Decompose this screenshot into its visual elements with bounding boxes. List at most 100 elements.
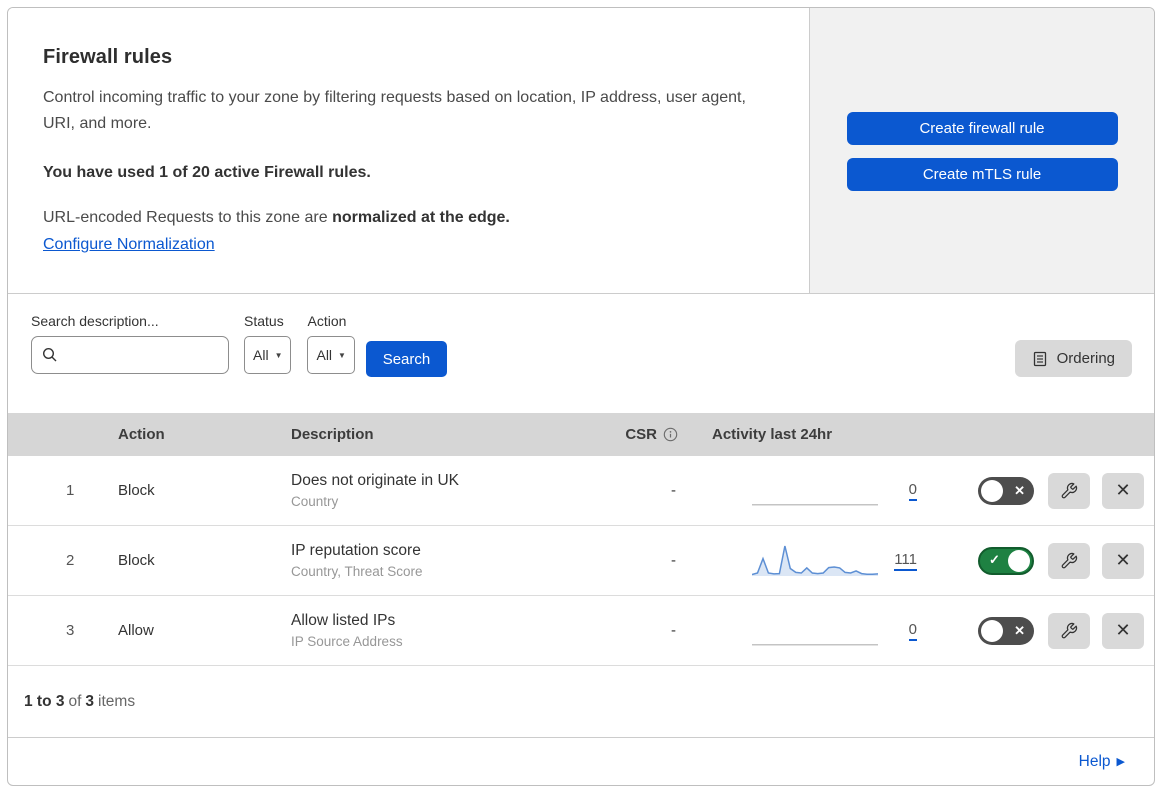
search-label: Search description... (31, 313, 159, 329)
header-action: Action (118, 426, 165, 443)
activity-sparkline (752, 503, 878, 506)
activity-sparkline (752, 643, 878, 646)
status-label: Status (244, 313, 284, 329)
rule-enabled-toggle[interactable]: ✓ ✕ (978, 546, 1034, 575)
delete-rule-button[interactable]: ✕ (1102, 612, 1144, 649)
table-row: 2 Block IP reputation score Country, Thr… (8, 526, 1154, 596)
ordering-list-icon (1032, 351, 1048, 367)
page-title: Firewall rules (43, 46, 173, 68)
rule-activity-cell: 111 (706, 543, 921, 579)
intro-text-block: Firewall rules Control incoming traffic … (8, 8, 810, 293)
rule-description: IP reputation score (291, 542, 421, 559)
toggle-knob (1008, 549, 1030, 572)
help-arrow-icon: ▶ (1116, 756, 1125, 768)
status-filter-group: Status All ▼ (244, 313, 292, 374)
rule-priority: 2 (66, 552, 75, 569)
toggle-knob (981, 479, 1003, 502)
status-select[interactable]: All ▼ (244, 336, 292, 374)
header-description: Description (291, 426, 374, 443)
rule-activity-cell: 0 (706, 473, 921, 509)
pagination-of: of (68, 692, 82, 710)
rule-priority: 3 (66, 622, 75, 639)
help-link-label: Help (1078, 752, 1111, 770)
action-select-value: All (316, 347, 333, 363)
pagination-range: 1 to 3 (24, 692, 65, 710)
rule-action: Allow (118, 622, 154, 639)
configure-normalization-link[interactable]: Configure Normalization (43, 236, 215, 253)
table-header: Action Description CSR Activity last 24h… (8, 413, 1154, 456)
rule-controls: ✓ ✕ ✕ (921, 542, 1154, 579)
wrench-icon (1060, 482, 1078, 500)
ordering-button[interactable]: Ordering (1014, 340, 1132, 377)
activity-count-link[interactable]: 0 (908, 481, 917, 501)
wrench-icon (1060, 622, 1078, 640)
delete-rule-button[interactable]: ✕ (1102, 472, 1144, 509)
action-label: Action (307, 313, 347, 329)
rule-activity-cell: 0 (706, 613, 921, 649)
rule-criteria: Country, Threat Score (291, 564, 423, 579)
close-icon: ✕ (1115, 550, 1131, 570)
rule-description: Does not originate in UK (291, 472, 460, 489)
toggle-knob (981, 619, 1003, 642)
rule-controls: ✓ ✕ ✕ (921, 472, 1154, 509)
toggle-check-icon: ✓ (989, 551, 1000, 567)
rule-description-cell: Does not originate in UK Country (276, 472, 596, 509)
pagination: 1 to 3 of 3 items (8, 666, 1154, 738)
action-filter-group: Action All ▼ (307, 313, 355, 374)
rule-csr: - (671, 482, 676, 499)
rule-enabled-toggle[interactable]: ✓ ✕ (978, 476, 1034, 505)
info-icon[interactable] (663, 427, 678, 442)
status-select-value: All (253, 347, 269, 363)
delete-rule-button[interactable]: ✕ (1102, 542, 1144, 579)
header-csr-label: CSR (625, 426, 657, 443)
pagination-total: 3 (85, 692, 95, 710)
edit-rule-button[interactable] (1048, 542, 1090, 579)
close-icon: ✕ (1115, 480, 1131, 500)
close-icon: ✕ (1115, 620, 1131, 640)
usage-summary: You have used 1 of 20 active Firewall ru… (43, 164, 371, 181)
table-row: 3 Allow Allow listed IPs IP Source Addre… (8, 596, 1154, 666)
activity-count-link[interactable]: 111 (894, 551, 917, 571)
search-field-wrap (31, 336, 229, 374)
edit-rule-button[interactable] (1048, 472, 1090, 509)
action-select[interactable]: All ▼ (307, 336, 355, 374)
activity-count-link[interactable]: 0 (908, 621, 917, 641)
normalization-note-prefix: URL-encoded Requests to this zone are (43, 209, 333, 226)
firewall-rules-page: Firewall rules Control incoming traffic … (7, 7, 1155, 786)
toggle-x-icon: ✕ (1014, 622, 1025, 638)
help-row: Help ▶ (8, 738, 1154, 785)
chevron-down-icon: ▼ (338, 350, 346, 360)
search-input[interactable] (31, 336, 229, 374)
intro-section: Firewall rules Control incoming traffic … (8, 8, 1154, 294)
rule-enabled-toggle[interactable]: ✓ ✕ (978, 616, 1034, 645)
chevron-down-icon: ▼ (274, 350, 283, 360)
help-link[interactable]: Help ▶ (1079, 753, 1125, 771)
activity-sparkline (752, 545, 878, 576)
rule-controls: ✓ ✕ ✕ (921, 612, 1154, 649)
rule-description-cell: Allow listed IPs IP Source Address (276, 612, 596, 649)
search-icon (42, 347, 58, 363)
rule-action: Block (118, 552, 155, 569)
rule-criteria: IP Source Address (291, 634, 403, 649)
search-group: Search description... (31, 313, 229, 374)
ordering-button-label: Ordering (1056, 350, 1115, 367)
create-firewall-rule-button[interactable]: Create firewall rule (846, 112, 1118, 145)
create-mtls-rule-button[interactable]: Create mTLS rule (846, 158, 1118, 191)
rule-csr: - (671, 622, 676, 639)
normalization-note-bold: normalized at the edge. (332, 209, 510, 226)
rule-csr: - (671, 552, 676, 569)
toggle-x-icon: ✕ (1014, 482, 1025, 498)
header-activity: Activity last 24hr (712, 426, 833, 443)
rule-action: Block (118, 482, 155, 499)
rule-priority: 1 (66, 482, 75, 499)
actions-panel: Create firewall rule Create mTLS rule (810, 8, 1154, 293)
rule-description: Allow listed IPs (291, 612, 396, 629)
filter-bar: Search description... Status All ▼ Actio… (8, 294, 1154, 413)
pagination-items: items (98, 692, 136, 710)
rule-description-cell: IP reputation score Country, Threat Scor… (276, 542, 596, 579)
edit-rule-button[interactable] (1048, 612, 1090, 649)
search-button[interactable]: Search (365, 341, 447, 377)
page-description: Control incoming traffic to your zone by… (43, 89, 746, 132)
rule-criteria: Country (291, 494, 339, 509)
header-csr: CSR (596, 426, 706, 443)
